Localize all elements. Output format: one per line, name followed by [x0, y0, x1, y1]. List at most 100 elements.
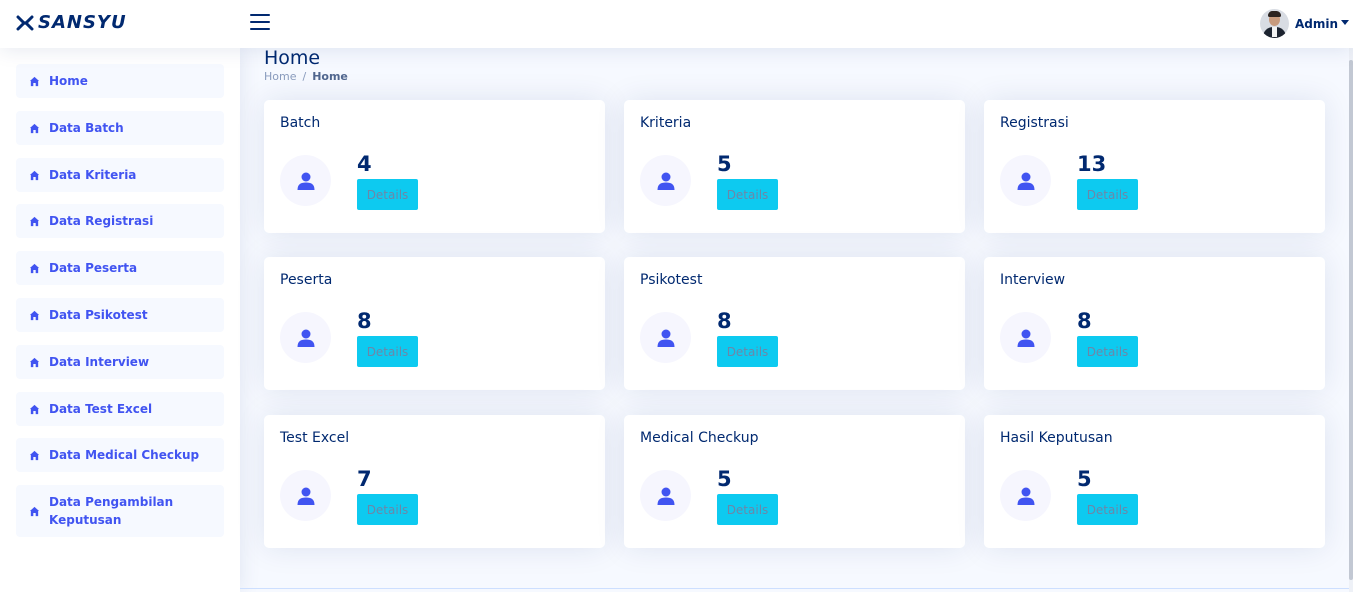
logo-text: SANSYU: [38, 12, 127, 33]
home-icon: [29, 216, 40, 226]
card-count: 8: [717, 309, 732, 333]
card-batch: Batch 4 Details: [264, 100, 605, 233]
sidebar-item-label: Data Interview: [49, 355, 150, 369]
sidebar-item-data-pengambilan-keputusan[interactable]: Data Pengambilan Keputusan: [16, 485, 224, 537]
home-icon: [29, 404, 40, 414]
home-icon: [29, 310, 40, 320]
sidebar-item-label: Data Kriteria: [49, 168, 137, 182]
user-icon: [657, 329, 674, 347]
details-button[interactable]: Details: [1077, 336, 1138, 367]
card-count: 7: [357, 467, 372, 491]
card-icon-circle: [280, 470, 331, 521]
home-icon: [29, 357, 40, 367]
card-peserta: Peserta 8 Details: [264, 257, 605, 390]
sidebar: Home Data Batch Data Kriteria Data Regis…: [0, 48, 240, 592]
sidebar-item-label: Data Pengambilan Keputusan: [49, 495, 174, 527]
card-registrasi: Registrasi 13 Details: [984, 100, 1325, 233]
card-count: 5: [1077, 467, 1092, 491]
user-icon: [297, 172, 314, 190]
details-button[interactable]: Details: [717, 494, 778, 525]
user-icon: [657, 487, 674, 505]
home-icon: [29, 170, 40, 180]
card-title: Peserta: [280, 272, 333, 288]
card-icon-circle: [640, 470, 691, 521]
top-header: SANSYU Admin: [0, 0, 1353, 48]
card-count: 4: [357, 152, 372, 176]
breadcrumb-separator: /: [302, 70, 307, 83]
page-scrollbar[interactable]: [1349, 48, 1353, 592]
menu-toggle-icon[interactable]: [250, 14, 270, 32]
logo-icon: [16, 15, 34, 31]
avatar: [1259, 9, 1289, 38]
user-icon: [1017, 172, 1034, 190]
chevron-down-icon: [1341, 20, 1349, 25]
details-button[interactable]: Details: [357, 336, 418, 367]
sidebar-item-label: Data Medical Checkup: [49, 448, 200, 462]
card-count: 5: [717, 152, 732, 176]
details-button[interactable]: Details: [357, 494, 418, 525]
sidebar-item-data-psikotest[interactable]: Data Psikotest: [16, 298, 224, 332]
card-icon-circle: [1000, 155, 1051, 206]
sidebar-item-data-interview[interactable]: Data Interview: [16, 345, 224, 379]
card-count: 8: [357, 309, 372, 333]
card-title: Test Excel: [280, 430, 350, 446]
sidebar-item-label: Data Registrasi: [49, 214, 154, 228]
card-count: 8: [1077, 309, 1092, 333]
home-icon: [29, 450, 40, 460]
sidebar-item-label: Data Peserta: [49, 261, 138, 275]
card-medical-checkup: Medical Checkup 5 Details: [624, 415, 965, 548]
user-icon: [297, 487, 314, 505]
sidebar-item-home[interactable]: Home: [16, 64, 224, 98]
breadcrumb-current: Home: [312, 70, 348, 83]
card-icon-circle: [280, 312, 331, 363]
card-count: 13: [1077, 152, 1107, 176]
breadcrumb-home-link[interactable]: Home: [264, 70, 296, 83]
breadcrumb: Home / Home: [264, 70, 348, 83]
user-icon: [1017, 487, 1034, 505]
sidebar-item-label: Data Test Excel: [49, 402, 153, 416]
page-title: Home: [264, 47, 321, 69]
card-title: Psikotest: [640, 272, 703, 288]
card-hasil-keputusan: Hasil Keputusan 5 Details: [984, 415, 1325, 548]
logo[interactable]: SANSYU: [16, 12, 127, 34]
card-title: Interview: [1000, 272, 1066, 288]
home-icon: [29, 123, 40, 133]
sidebar-item-data-peserta[interactable]: Data Peserta: [16, 251, 224, 285]
card-icon-circle: [640, 155, 691, 206]
footer-divider: [240, 588, 1353, 589]
sidebar-item-data-test-excel[interactable]: Data Test Excel: [16, 392, 224, 426]
card-icon-circle: [1000, 312, 1051, 363]
sidebar-item-data-medical-checkup[interactable]: Data Medical Checkup: [16, 438, 224, 472]
sidebar-item-data-batch[interactable]: Data Batch: [16, 111, 224, 145]
sidebar-item-data-kriteria[interactable]: Data Kriteria: [16, 158, 224, 192]
home-icon: [29, 76, 40, 86]
card-title: Batch: [280, 115, 321, 131]
home-icon: [29, 263, 40, 273]
card-test-excel: Test Excel 7 Details: [264, 415, 605, 548]
card-title: Hasil Keputusan: [1000, 430, 1113, 446]
card-psikotest: Psikotest 8 Details: [624, 257, 965, 390]
sidebar-item-data-registrasi[interactable]: Data Registrasi: [16, 204, 224, 238]
details-button[interactable]: Details: [717, 179, 778, 210]
card-kriteria: Kriteria 5 Details: [624, 100, 965, 233]
details-button[interactable]: Details: [357, 179, 418, 210]
sidebar-item-label: Home: [49, 74, 88, 88]
sidebar-item-label: Data Psikotest: [49, 308, 148, 322]
card-title: Medical Checkup: [640, 430, 759, 446]
user-icon: [1017, 329, 1034, 347]
card-count: 5: [717, 467, 732, 491]
details-button[interactable]: Details: [1077, 179, 1138, 210]
card-icon-circle: [1000, 470, 1051, 521]
card-title: Kriteria: [640, 115, 692, 131]
profile-dropdown[interactable]: Admin: [1259, 9, 1349, 38]
card-interview: Interview 8 Details: [984, 257, 1325, 390]
sidebar-item-label: Data Batch: [49, 121, 124, 135]
profile-name: Admin: [1294, 16, 1338, 31]
details-button[interactable]: Details: [1077, 494, 1138, 525]
user-icon: [297, 329, 314, 347]
details-button[interactable]: Details: [717, 336, 778, 367]
user-icon: [657, 172, 674, 190]
home-icon: [29, 506, 40, 516]
card-title: Registrasi: [1000, 115, 1069, 131]
card-icon-circle: [280, 155, 331, 206]
